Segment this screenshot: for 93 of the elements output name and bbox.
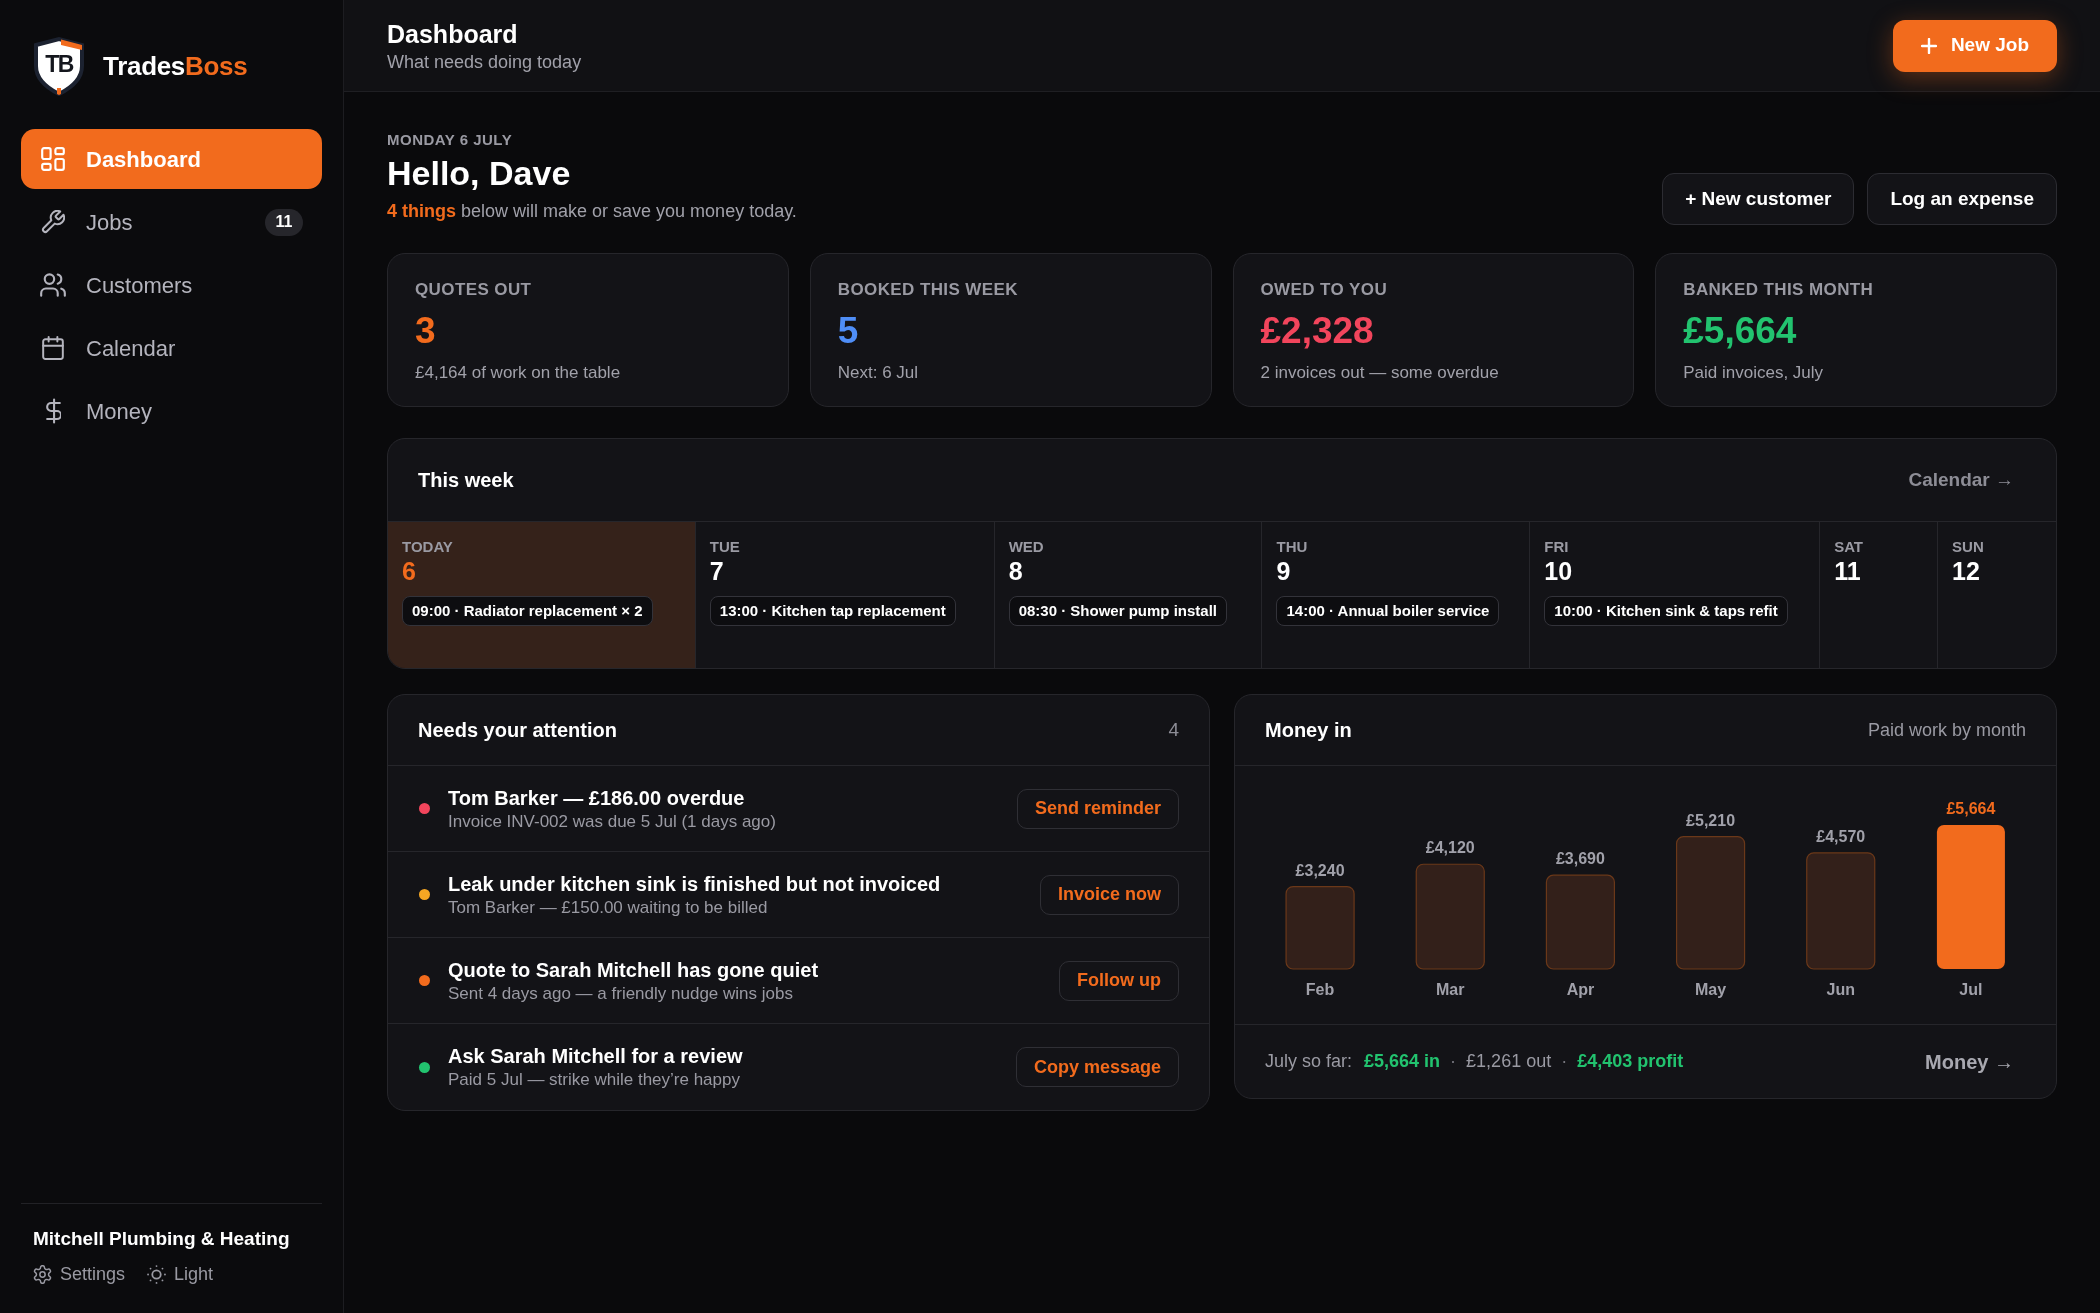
- highlighted-amount: £5,664 in: [1364, 1050, 1441, 1073]
- job-tag[interactable]: 08:30 · Shower pump install: [1008, 596, 1227, 626]
- action-button[interactable]: Send reminder: [1016, 788, 1179, 829]
- day-label: TODAY: [402, 538, 453, 556]
- job-tag[interactable]: 10:00 · Kitchen sink & taps refit: [1544, 596, 1788, 626]
- people-icon: [40, 273, 66, 297]
- page-title: Dashboard: [387, 18, 519, 50]
- business-name: Mitchell Plumbing & Heating: [33, 1227, 291, 1251]
- day-number: 9: [1276, 556, 1291, 586]
- stat-value: 3: [415, 312, 437, 350]
- day-number: 11: [1834, 556, 1861, 586]
- day-number: 12: [1952, 556, 1980, 586]
- separator-dot: ·: [1450, 1050, 1457, 1073]
- date-label: MONDAY 6 JULY: [387, 130, 514, 150]
- item-detail: Tom Barker — £150.00 waiting to be billed: [448, 896, 769, 919]
- gear-icon: [33, 1265, 52, 1284]
- new-customer-button[interactable]: + New customer: [1662, 173, 1855, 225]
- stat-label: BANKED THIS MONTH: [1683, 279, 1875, 301]
- expense-button[interactable]: Log an expense: [1867, 173, 2057, 225]
- stat-value: £5,664: [1683, 312, 1798, 350]
- bar-value-label: £5,664: [1946, 800, 1996, 817]
- brand-name: TradesBoss: [103, 49, 248, 83]
- panel-subtitle: Paid work by month: [1867, 718, 2026, 742]
- day-label: WED: [1008, 538, 1044, 556]
- stat-detail: Paid invoices, July: [1683, 362, 1825, 384]
- nav-item[interactable]: Customers: [21, 255, 322, 315]
- item-title: Ask Sarah Mitchell for a review: [448, 1044, 743, 1069]
- day-label: FRI: [1544, 538, 1569, 556]
- greeting-title: Hello, Dave: [387, 153, 572, 194]
- month-label: Jul: [1959, 981, 1983, 998]
- calendar-link[interactable]: Calendar →: [1908, 465, 2014, 495]
- stat-label: BOOKED THIS WEEK: [837, 279, 1019, 301]
- job-tag[interactable]: 09:00 · Radiator replacement × 2: [402, 596, 653, 626]
- item-title: Tom Barker — £186.00 overdue: [448, 785, 746, 811]
- day-number: 7: [709, 556, 724, 586]
- month-label: Feb: [1305, 981, 1335, 998]
- bar-value-label: £5,210: [1686, 811, 1736, 829]
- plus-icon: [1920, 37, 1937, 54]
- item-title: Leak under kitchen sink is finished but not invoiced: [448, 871, 941, 897]
- theme-button[interactable]: Light: [147, 1261, 214, 1288]
- item-count: 4: [1168, 717, 1179, 742]
- separator-dot: ·: [1561, 1050, 1568, 1073]
- grid-icon: [41, 147, 65, 171]
- bar-value-label: £3,690: [1555, 850, 1605, 868]
- item-detail: Paid 5 Jul — strike while they’re happy: [448, 1069, 741, 1091]
- page-subtitle: What needs doing today: [387, 50, 582, 74]
- day-number: 10: [1544, 556, 1573, 586]
- sun-icon: [147, 1265, 167, 1284]
- nav-item[interactable]: Money: [21, 381, 322, 441]
- stat-detail: 2 invoices out — some overdue: [1260, 362, 1500, 384]
- action-button[interactable]: Copy message: [1015, 1047, 1179, 1087]
- bar-value-label: £4,570: [1816, 827, 1866, 845]
- stat-detail: £4,164 of work on the table: [415, 362, 622, 384]
- day-label: SUN: [1952, 538, 1984, 556]
- day-label: SAT: [1834, 538, 1864, 556]
- action-button[interactable]: Follow up: [1059, 960, 1179, 1001]
- month-label: May: [1695, 981, 1727, 998]
- money-link[interactable]: Money →: [1925, 1046, 2014, 1077]
- nav-item[interactable]: Jobs 11: [21, 192, 322, 252]
- calendar-icon: [42, 336, 64, 360]
- bar-value-label: £3,240: [1295, 861, 1345, 879]
- stat-label: OWED TO YOU: [1260, 279, 1389, 301]
- stat-value: 5: [837, 312, 860, 350]
- item-detail: Sent 4 days ago — a friendly nudge wins jobs: [448, 982, 794, 1005]
- settings-button[interactable]: Settings: [33, 1261, 126, 1288]
- stat-value: £2,328: [1260, 312, 1375, 350]
- summary-text: 4 things below will make or save you money today.: [387, 200, 797, 223]
- day-label: THU: [1276, 538, 1308, 556]
- day-number: 6: [402, 556, 416, 586]
- month-label: Apr: [1566, 981, 1595, 998]
- logo-mark: TB: [31, 36, 87, 96]
- item-title: Quote to Sarah Mitchell has gone quiet: [448, 957, 819, 983]
- amount-text: £1,261 out: [1466, 1050, 1552, 1073]
- day-label: TUE: [709, 538, 740, 556]
- action-button[interactable]: Invoice now: [1039, 874, 1179, 915]
- job-tag[interactable]: 13:00 · Kitchen tap replacement: [709, 596, 956, 626]
- summary-label: July so far:: [1265, 1050, 1353, 1073]
- item-detail: Invoice INV-002 was due 5 Jul (1 days ago): [448, 810, 776, 833]
- stat-label: QUOTES OUT: [415, 279, 533, 301]
- panel-title: Money in: [1265, 718, 1352, 743]
- month-label: Jun: [1826, 981, 1855, 998]
- panel-title: Needs your attention: [418, 718, 617, 743]
- month-label: Mar: [1436, 981, 1465, 998]
- nav-item[interactable]: Calendar: [21, 318, 322, 378]
- day-number: 8: [1008, 556, 1023, 586]
- job-tag[interactable]: 14:00 · Annual boiler service: [1276, 596, 1500, 626]
- highlighted-amount: £4,403 profit: [1577, 1050, 1684, 1073]
- wrench-icon: [41, 210, 65, 234]
- count-badge: 11: [265, 208, 303, 236]
- stat-detail: Next: 6 Jul: [837, 362, 920, 384]
- bar-value-label: £4,120: [1425, 839, 1475, 857]
- dollar-icon: [45, 398, 61, 424]
- panel-title: This week: [418, 468, 514, 493]
